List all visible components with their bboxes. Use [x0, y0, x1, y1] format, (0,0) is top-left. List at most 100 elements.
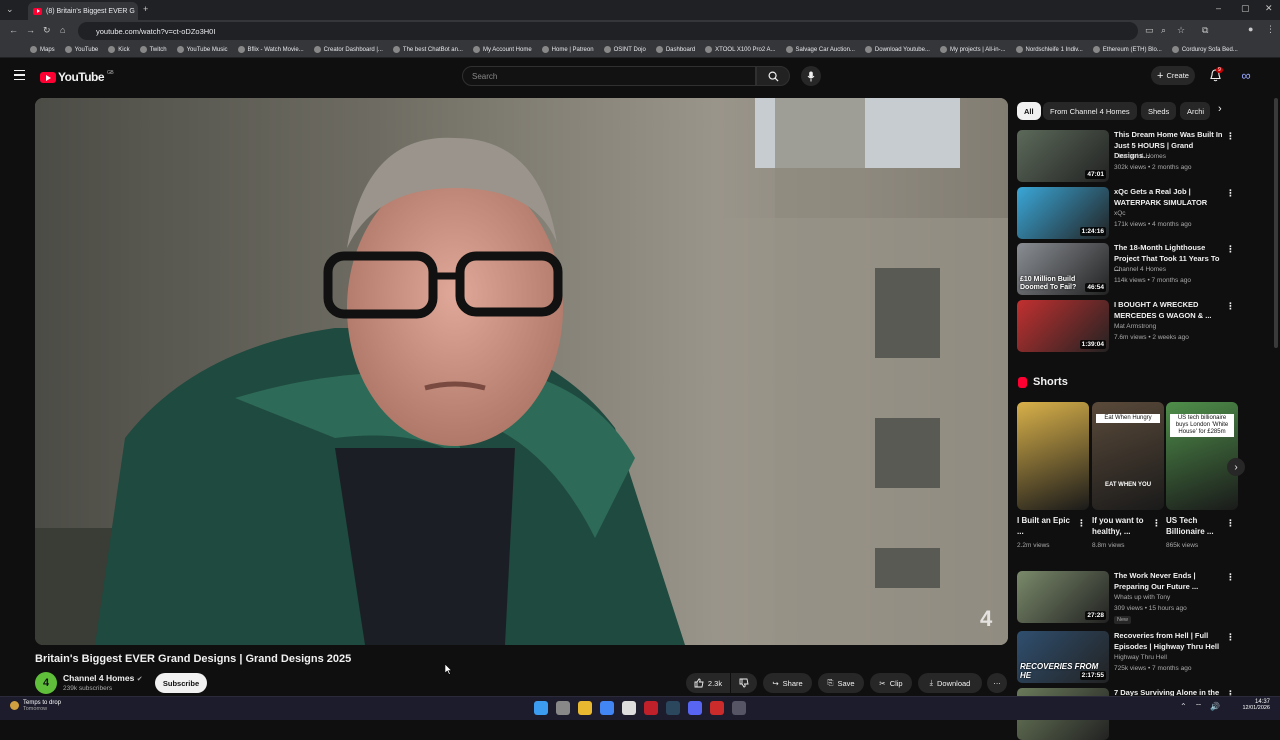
- more-vertical-icon[interactable]: ⋮: [1152, 518, 1161, 529]
- video-title[interactable]: xQc Gets a Real Job | WATERPARK SIMULATO…: [1114, 187, 1226, 208]
- bookmark-item[interactable]: Salvage Car Auction...: [785, 46, 855, 53]
- browser-tab[interactable]: (8) Britain's Biggest EVER G 🔊 ✕: [28, 2, 138, 20]
- more-vertical-icon[interactable]: ⋮: [1226, 518, 1235, 529]
- search-input[interactable]: Search: [462, 66, 756, 86]
- profile-icon[interactable]: ●: [1248, 25, 1253, 34]
- bookmark-item[interactable]: Download Youtube...: [864, 46, 930, 53]
- bookmark-item[interactable]: Ethereum (ETH) Blo...: [1092, 46, 1162, 53]
- chips-next-icon[interactable]: ›: [1218, 103, 1222, 115]
- maximize-icon[interactable]: ▢: [1241, 4, 1250, 13]
- video-channel[interactable]: xQc: [1114, 210, 1126, 217]
- bookmark-item[interactable]: Home | Patreon: [541, 46, 594, 53]
- more-vertical-icon[interactable]: ⋮: [1226, 633, 1235, 642]
- more-vertical-icon[interactable]: ⋮: [1226, 245, 1235, 254]
- video-channel[interactable]: Channel 4 Homes: [1114, 153, 1166, 160]
- video-channel[interactable]: Channel 4 Homes: [1114, 266, 1166, 273]
- bookmark-item[interactable]: YouTube: [64, 46, 98, 53]
- weather-widget[interactable]: Temps to drop Tomorrow: [10, 700, 61, 712]
- short-title[interactable]: US Tech Billionaire ...: [1166, 515, 1222, 537]
- channel-avatar[interactable]: 4: [35, 672, 57, 694]
- bookmark-item[interactable]: Maps: [30, 46, 55, 53]
- bookmark-item[interactable]: Bflix - Watch Movie...: [237, 46, 304, 53]
- more-vertical-icon[interactable]: ⋮: [1226, 302, 1235, 311]
- clip-button[interactable]: ✂ Clip: [870, 673, 912, 693]
- bookmark-item[interactable]: Kick: [108, 46, 130, 53]
- chrome-menu-icon[interactable]: ⋮: [1266, 25, 1275, 34]
- more-vertical-icon[interactable]: ⋮: [1226, 573, 1235, 582]
- back-icon[interactable]: ←: [9, 26, 18, 35]
- share-button[interactable]: ↪ Share: [763, 673, 812, 693]
- video-title[interactable]: The Work Never Ends | Preparing Our Futu…: [1114, 571, 1226, 592]
- steam-icon[interactable]: [666, 701, 680, 715]
- bookmark-item[interactable]: My Account Home: [472, 46, 532, 53]
- video-thumbnail[interactable]: 1:39:04: [1017, 300, 1109, 352]
- bookmark-item[interactable]: Corduroy Sofa Bed...: [1171, 46, 1238, 53]
- search-button[interactable]: [756, 66, 790, 86]
- dislike-button[interactable]: [731, 673, 757, 693]
- home-icon[interactable]: ⌂: [60, 26, 65, 35]
- more-vertical-icon[interactable]: ⋮: [1077, 518, 1086, 529]
- menu-icon[interactable]: [14, 70, 25, 80]
- store-icon[interactable]: [622, 701, 636, 715]
- app-icon-3[interactable]: [732, 701, 746, 715]
- file-explorer-icon[interactable]: [578, 701, 592, 715]
- create-button[interactable]: + Create: [1151, 66, 1195, 85]
- recommended-video[interactable]: £10 Million Build Doomed To Fail? 46:54 Th…: [1017, 243, 1242, 295]
- bookmark-item[interactable]: Creator Dashboard |...: [313, 46, 383, 53]
- short-title[interactable]: I Built an Epic ...: [1017, 515, 1073, 537]
- close-window-icon[interactable]: ✕: [1265, 4, 1273, 13]
- voice-search-button[interactable]: [801, 66, 821, 86]
- short-thumbnail[interactable]: Eat When Hungry EAT WHEN YOU: [1092, 402, 1164, 510]
- system-tray[interactable]: ⌃ ⌔ 🔊: [1180, 702, 1220, 712]
- subscribe-button[interactable]: Subscribe: [155, 673, 207, 693]
- recommended-video[interactable]: RECOVERIES FROM HE 2:17:55 Recoveries from…: [1017, 631, 1242, 683]
- recommended-video[interactable]: 27:28 The Work Never Ends | Preparing Our…: [1017, 571, 1242, 624]
- new-tab-icon[interactable]: +: [143, 5, 148, 14]
- video-thumbnail[interactable]: 1:24:16: [1017, 187, 1109, 239]
- app-icon-2[interactable]: [710, 701, 724, 715]
- start-icon[interactable]: [534, 701, 548, 715]
- search-icon[interactable]: [556, 701, 570, 715]
- recommended-video[interactable]: 47:01 This Dream Home Was Built In Just 5…: [1017, 130, 1242, 182]
- tab-search-icon[interactable]: ⌄: [6, 5, 14, 14]
- clock[interactable]: 14:37 12/01/2026: [1232, 699, 1270, 711]
- reload-icon[interactable]: ↻: [43, 26, 51, 35]
- bookmark-item[interactable]: XTOOL X100 Pro2 A...: [705, 46, 776, 53]
- forward-icon[interactable]: →: [26, 26, 35, 35]
- minimize-icon[interactable]: –: [1216, 4, 1221, 13]
- bookmark-item[interactable]: My projects | All-in-...: [939, 46, 1006, 53]
- recommended-video[interactable]: 1:24:16 xQc Gets a Real Job | WATERPARK S…: [1017, 187, 1242, 239]
- like-button[interactable]: 2.3k: [686, 673, 730, 693]
- channel-name[interactable]: Channel 4 Homes ✔: [63, 673, 143, 683]
- extensions-icon[interactable]: ⧉: [1202, 26, 1208, 35]
- shorts-next-button[interactable]: ›: [1227, 458, 1245, 476]
- recommended-video[interactable]: 1:39:04 I BOUGHT A WRECKED MERCEDES G WAG…: [1017, 300, 1242, 352]
- cast-icon[interactable]: ▭: [1145, 26, 1154, 35]
- chip-sheds[interactable]: Sheds: [1141, 102, 1177, 120]
- save-button[interactable]: ⎘ Save: [818, 673, 864, 693]
- video-title[interactable]: Recoveries from Hell | Full Episodes | H…: [1114, 631, 1226, 652]
- video-thumbnail[interactable]: RECOVERIES FROM HE 2:17:55: [1017, 631, 1109, 683]
- bookmark-item[interactable]: Dashboard: [655, 46, 695, 53]
- bookmark-item[interactable]: OSINT Dojo: [603, 46, 646, 53]
- bookmark-item[interactable]: The best ChatBot an...: [392, 46, 463, 53]
- video-channel[interactable]: Whats up with Tony: [1114, 594, 1170, 601]
- more-vertical-icon[interactable]: ⋮: [1226, 132, 1235, 141]
- short-thumbnail[interactable]: US tech billionaire buys London 'White H…: [1166, 402, 1238, 510]
- notifications-icon[interactable]: 9: [1209, 67, 1223, 82]
- chip-from-channel[interactable]: From Channel 4 Homes: [1043, 102, 1137, 120]
- scrollbar[interactable]: [1274, 98, 1278, 348]
- bookmark-item[interactable]: YouTube Music: [176, 46, 228, 53]
- video-thumbnail[interactable]: £10 Million Build Doomed To Fail? 46:54: [1017, 243, 1109, 295]
- zoom-icon[interactable]: ⌕: [1161, 26, 1166, 35]
- discord-icon[interactable]: [688, 701, 702, 715]
- more-actions-button[interactable]: ⋯: [987, 673, 1007, 693]
- download-button[interactable]: ⤓ Download: [918, 673, 982, 693]
- video-channel[interactable]: Highway Thru Hell: [1114, 654, 1167, 661]
- video-thumbnail[interactable]: 27:28: [1017, 571, 1109, 623]
- video-player[interactable]: 4: [35, 98, 1008, 645]
- bookmark-item[interactable]: Twitch: [139, 46, 167, 53]
- app-icon[interactable]: [644, 701, 658, 715]
- account-avatar[interactable]: ∞: [1238, 69, 1254, 82]
- video-title[interactable]: I BOUGHT A WRECKED MERCEDES G WAGON & ..…: [1114, 300, 1226, 321]
